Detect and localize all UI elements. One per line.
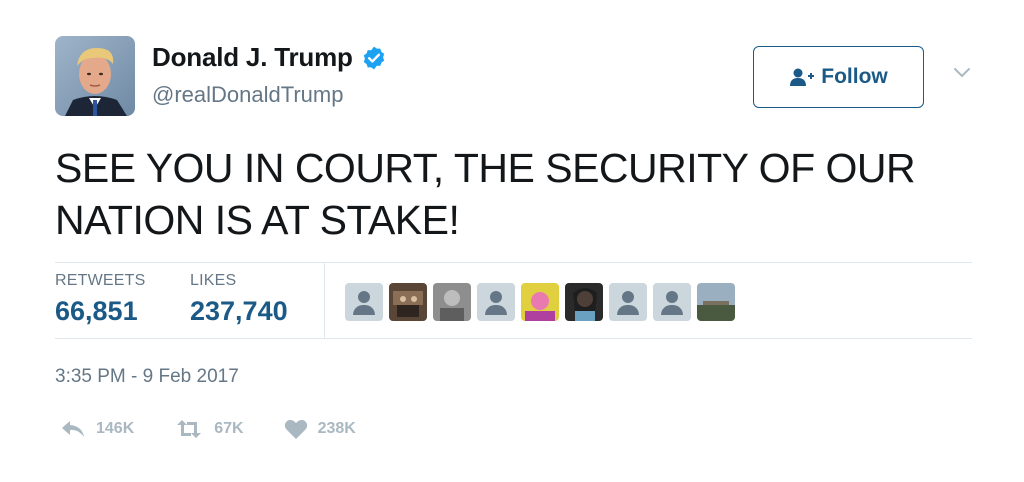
retweet-count: 67K — [214, 420, 244, 437]
reply-icon — [60, 419, 86, 439]
add-user-icon — [789, 67, 815, 87]
liker-avatar[interactable] — [389, 283, 427, 321]
likes-count: 237,740 — [190, 296, 288, 326]
liker-avatars — [345, 283, 735, 321]
reply-count: 146K — [96, 420, 135, 437]
user-name-row: Donald J. Trump — [152, 42, 387, 73]
follow-button-label: Follow — [821, 65, 888, 88]
retweets-label: RETWEETS — [55, 272, 146, 289]
reply-button[interactable]: 146K — [60, 419, 134, 439]
profile-avatar[interactable] — [55, 36, 135, 116]
tweet-actions: 146K 67K 238K — [60, 418, 396, 440]
liker-avatar[interactable] — [345, 283, 383, 321]
tweet-timestamp[interactable]: 3:35 PM - 9 Feb 2017 — [55, 366, 239, 388]
follow-button[interactable]: Follow — [753, 46, 924, 108]
like-count: 238K — [317, 420, 356, 437]
user-handle[interactable]: @realDonaldTrump — [152, 82, 343, 108]
retweet-button[interactable]: 67K — [174, 419, 244, 439]
stats-divider-bottom — [55, 338, 972, 339]
liker-avatar[interactable] — [565, 283, 603, 321]
retweets-stat[interactable]: RETWEETS 66,851 — [55, 272, 146, 327]
liker-avatar[interactable] — [653, 283, 691, 321]
retweet-icon — [174, 419, 204, 439]
like-button[interactable]: 238K — [284, 418, 356, 440]
liker-avatar[interactable] — [697, 283, 735, 321]
liker-avatar[interactable] — [433, 283, 471, 321]
liker-avatar[interactable] — [609, 283, 647, 321]
likes-label: LIKES — [190, 272, 237, 289]
user-display-name[interactable]: Donald J. Trump — [152, 42, 353, 73]
liker-avatar[interactable] — [521, 283, 559, 321]
chevron-down-icon[interactable] — [952, 66, 972, 80]
stats-divider-vertical — [324, 262, 325, 338]
likes-stat[interactable]: LIKES 237,740 — [190, 272, 288, 327]
heart-icon — [284, 418, 308, 440]
liker-avatar[interactable] — [477, 283, 515, 321]
retweets-count: 66,851 — [55, 296, 138, 326]
stats-divider-top — [55, 262, 972, 263]
verified-badge-icon — [361, 45, 387, 71]
tweet-text: SEE YOU IN COURT, THE SECURITY OF OUR NA… — [55, 145, 916, 243]
